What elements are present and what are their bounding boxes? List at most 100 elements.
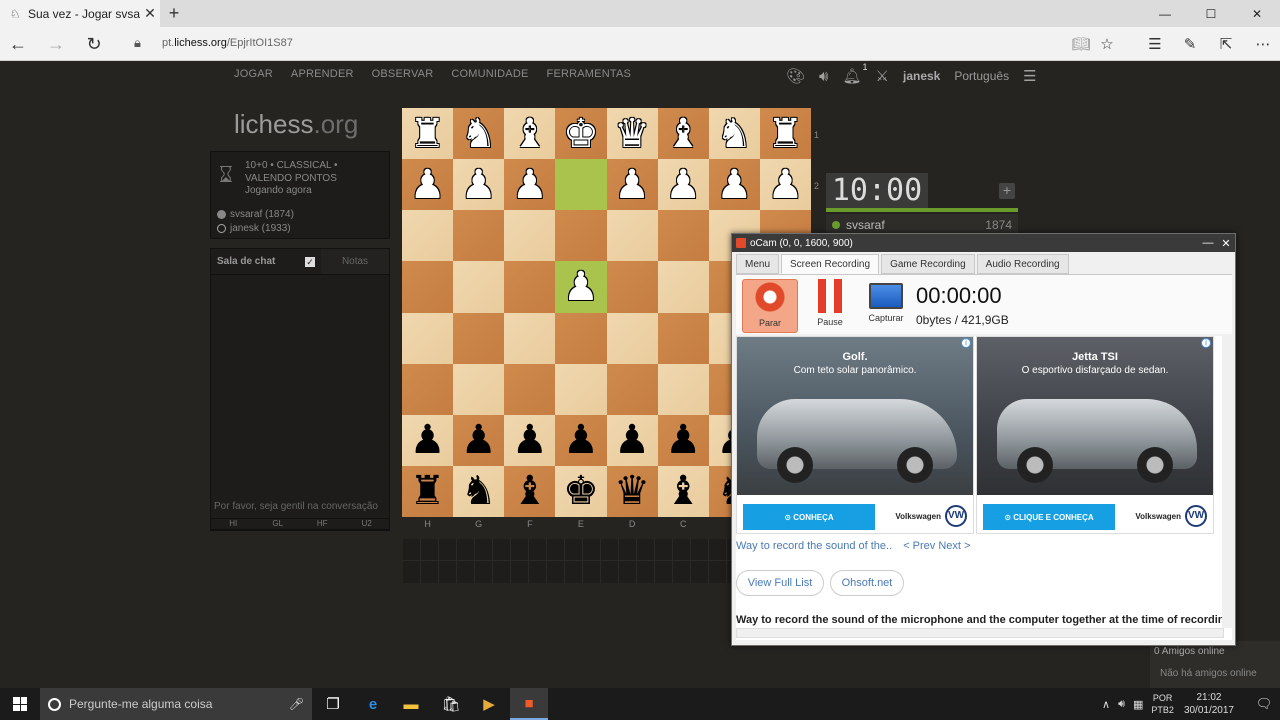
menu-hamburger-icon[interactable]: ☰ — [1023, 67, 1036, 85]
new-tab-button[interactable]: + — [164, 2, 184, 24]
ad-golf[interactable]: Golf. Com teto solar panorâmico. i ⊙ CON… — [736, 336, 974, 534]
challenge-swords-icon[interactable]: ⚔ — [876, 67, 889, 85]
chess-piece-icon[interactable]: ♚ — [563, 471, 599, 511]
volume-icon[interactable]: 🔊︎ — [1118, 698, 1125, 711]
nav-ferramentas[interactable]: FERRAMENTAS — [547, 68, 632, 80]
player-white[interactable]: svsaraf (1874) — [217, 209, 294, 220]
board-square[interactable] — [453, 312, 505, 364]
chess-piece-icon[interactable]: ♟ — [665, 165, 701, 205]
board-square[interactable] — [657, 261, 709, 313]
chess-piece-icon[interactable]: ♚ — [563, 114, 599, 154]
chess-piece-icon[interactable]: ♝ — [665, 114, 701, 154]
board-square[interactable]: ♟ — [555, 414, 607, 466]
board-square[interactable]: ♟ — [606, 414, 658, 466]
stop-button[interactable]: Parar — [742, 279, 798, 333]
language-selector[interactable]: Português — [954, 69, 1009, 83]
chess-piece-icon[interactable]: ♟ — [410, 420, 446, 460]
board-square[interactable]: ♜ — [402, 108, 454, 160]
board-square[interactable] — [504, 210, 556, 262]
board-square[interactable] — [657, 363, 709, 415]
shortcut-u2[interactable]: U2 — [345, 519, 390, 529]
shortcut-gl[interactable]: GL — [256, 519, 301, 529]
board-square[interactable]: ♜ — [402, 465, 454, 517]
nav-aprender[interactable]: APRENDER — [291, 68, 354, 80]
chess-piece-icon[interactable]: ♟ — [614, 165, 650, 205]
chess-piece-icon[interactable]: ♞ — [461, 471, 497, 511]
view-full-list-button[interactable]: View Full List — [736, 570, 824, 596]
nav-jogar[interactable]: JOGAR — [234, 68, 273, 80]
network-icon[interactable]: ▦ — [1133, 698, 1143, 711]
chess-piece-icon[interactable]: ♟ — [410, 165, 446, 205]
nav-observar[interactable]: OBSERVAR — [372, 68, 434, 80]
board-square[interactable]: ♝ — [657, 108, 709, 160]
board-square[interactable] — [657, 312, 709, 364]
ad-jetta[interactable]: Jetta TSI O esportivo disfarçado de seda… — [976, 336, 1214, 534]
prev-next-links[interactable]: < Prev Next > — [903, 540, 970, 552]
ocam-taskbar-icon[interactable]: ■ — [510, 688, 548, 720]
board-square[interactable] — [606, 312, 658, 364]
board-square[interactable] — [606, 261, 658, 313]
tab-audio-recording[interactable]: Audio Recording — [976, 254, 1069, 274]
share-icon[interactable]: ⇱ — [1213, 31, 1239, 57]
pause-button[interactable]: Pause — [802, 279, 858, 333]
microphone-icon[interactable]: 🎤︎ — [289, 697, 304, 711]
chess-piece-icon[interactable]: ♟ — [563, 420, 599, 460]
cortana-search-box[interactable]: Pergunte-me alguma coisa 🎤︎ — [40, 688, 312, 720]
board-square[interactable] — [555, 363, 607, 415]
article-link[interactable]: Way to record the sound of the.. — [736, 540, 892, 552]
board-square[interactable]: ♛ — [606, 108, 658, 160]
board-square[interactable]: ♟ — [402, 414, 454, 466]
board-square[interactable] — [453, 210, 505, 262]
board-square[interactable]: ♟ — [453, 159, 505, 211]
board-square[interactable]: ♟ — [759, 159, 811, 211]
chess-piece-icon[interactable]: ♛ — [614, 114, 650, 154]
board-square[interactable]: ♟ — [504, 414, 556, 466]
lichess-logo[interactable]: lichess.org — [234, 109, 358, 140]
chess-piece-icon[interactable]: ♟ — [563, 267, 599, 307]
shortcut-hf[interactable]: HF — [300, 519, 345, 529]
action-center-icon[interactable]: 🗨︎ — [1248, 696, 1280, 712]
ad-golf-cta-button[interactable]: ⊙ CONHEÇA — [743, 504, 875, 530]
chess-piece-icon[interactable]: ♟ — [461, 420, 497, 460]
tray-chevron-icon[interactable]: ∧ — [1102, 698, 1110, 711]
board-square[interactable]: ♝ — [657, 465, 709, 517]
board-square[interactable] — [402, 261, 454, 313]
board-square[interactable]: ♚ — [555, 108, 607, 160]
board-square[interactable] — [402, 210, 454, 262]
board-square[interactable] — [606, 363, 658, 415]
board-square[interactable]: ♟ — [504, 159, 556, 211]
capture-button[interactable]: Capturar — [858, 279, 914, 333]
file-explorer-icon[interactable]: ▬ — [392, 688, 430, 720]
ohsoft-link-button[interactable]: Ohsoft.net — [830, 570, 904, 596]
chess-piece-icon[interactable]: ♞ — [461, 114, 497, 154]
add-time-button[interactable]: + — [999, 183, 1015, 199]
board-square[interactable]: ♟ — [555, 261, 607, 313]
tab-chat[interactable]: Sala de chat ✓ — [211, 249, 321, 274]
board-square[interactable]: ♞ — [453, 108, 505, 160]
tab-game-recording[interactable]: Game Recording — [881, 254, 975, 274]
vertical-scrollbar[interactable] — [1222, 336, 1232, 628]
palette-icon[interactable]: 🎨︎ — [786, 67, 805, 85]
favorite-star-icon[interactable]: ☆ — [1094, 31, 1120, 57]
tab-screen-recording[interactable]: Screen Recording — [781, 254, 880, 274]
close-window-button[interactable]: ✕ — [1234, 0, 1280, 27]
chess-piece-icon[interactable]: ♜ — [410, 471, 446, 511]
chess-piece-icon[interactable]: ♟ — [512, 165, 548, 205]
friends-box[interactable]: 0 Amigos online Não há amigos online — [1150, 641, 1280, 688]
board-square[interactable] — [453, 363, 505, 415]
board-square[interactable]: ♚ — [555, 465, 607, 517]
nav-comunidade[interactable]: COMUNIDADE — [451, 68, 528, 80]
tab-menu[interactable]: Menu — [736, 254, 780, 274]
board-square[interactable] — [555, 159, 607, 211]
board-square[interactable] — [402, 312, 454, 364]
clock-date[interactable]: 21:02 30/01/2017 — [1184, 691, 1234, 717]
hub-icon[interactable]: ☰ — [1142, 31, 1168, 57]
edge-browser-icon[interactable]: e — [354, 688, 392, 720]
more-icon[interactable]: ⋯ — [1250, 31, 1276, 57]
shortcut-hi[interactable]: HI — [211, 519, 256, 529]
ad-jetta-cta-button[interactable]: ⊙ CLIQUE E CONHEÇA — [983, 504, 1115, 530]
username-link[interactable]: janesk — [903, 69, 940, 83]
refresh-icon[interactable]: ↻ — [80, 31, 108, 57]
board-square[interactable] — [504, 363, 556, 415]
browser-tab[interactable]: ♘ Sua vez - Jogar svsaraf i ✕ — [0, 0, 160, 27]
